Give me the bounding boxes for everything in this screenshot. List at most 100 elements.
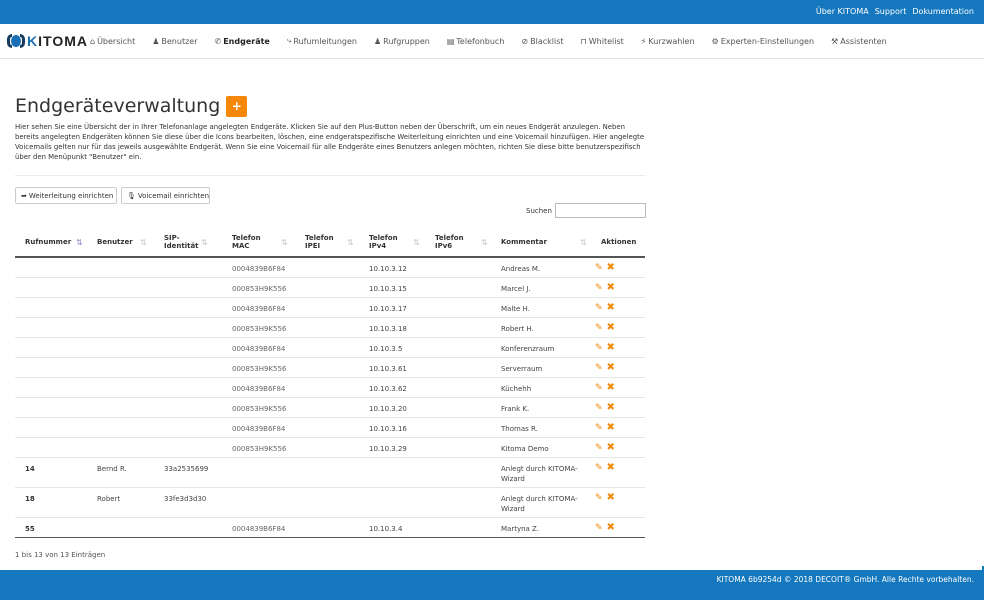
edit-pencil-icon[interactable]: ✎ <box>595 283 603 293</box>
cell-ipv4: 10.10.3.5 <box>369 345 403 353</box>
edit-pencil-icon[interactable]: ✎ <box>595 403 603 413</box>
nav-item-label: Rufgruppen <box>383 36 430 46</box>
delete-x-icon[interactable]: ✖ <box>607 523 615 533</box>
column-header-sublabel: MAC <box>232 242 250 250</box>
ban-icon: ⊘ <box>521 36 529 46</box>
edit-pencil-icon[interactable]: ✎ <box>595 323 603 333</box>
sort-icon[interactable]: ⇅ <box>281 238 288 247</box>
edit-pencil-icon[interactable]: ✎ <box>595 363 603 373</box>
table-row: 000853H9K556 10.10.3.29 Kitoma Demo ✎ ✖ <box>15 438 645 458</box>
column-header-label: Telefon <box>435 234 464 242</box>
cell-mac: 000853H9K556 <box>232 405 287 413</box>
delete-x-icon[interactable]: ✖ <box>607 263 615 273</box>
delete-x-icon[interactable]: ✖ <box>607 303 615 313</box>
column-header-6[interactable]: Telefon IPv6 <box>435 228 464 256</box>
cell-kommentar: Frank K. <box>501 405 530 413</box>
nav-item-label: Blacklist <box>530 36 564 46</box>
sort-icon[interactable]: ⇅ <box>140 238 147 247</box>
cell-kommentar: Andreas M. <box>501 265 541 273</box>
delete-x-icon[interactable]: ✖ <box>607 283 615 293</box>
cell-ipv4: 10.10.3.61 <box>369 365 407 373</box>
row-actions: ✎ ✖ <box>595 443 615 454</box>
column-header-7[interactable]: Kommentar <box>501 228 547 256</box>
nav-item-7[interactable]: ⊓ Whitelist <box>581 36 624 46</box>
edit-pencil-icon[interactable]: ✎ <box>595 443 603 453</box>
edit-pencil-icon[interactable]: ✎ <box>595 383 603 393</box>
column-header-4[interactable]: Telefon IPEI <box>305 228 334 256</box>
sort-icon[interactable]: ⇅ <box>481 238 488 247</box>
edit-pencil-icon[interactable]: ✎ <box>595 263 603 273</box>
cell-ipv4: 10.10.3.4 <box>369 525 403 533</box>
nav-item-label: Experten-Einstellungen <box>720 36 815 46</box>
edit-pencil-icon[interactable]: ✎ <box>595 423 603 433</box>
delete-x-icon[interactable]: ✖ <box>607 403 615 413</box>
column-header-label: Telefon <box>232 234 261 242</box>
nav-item-10[interactable]: ⚒ Assistenten <box>831 36 887 46</box>
search-label: Suchen <box>526 207 552 215</box>
sort-icon[interactable]: ⇅ <box>413 238 420 247</box>
column-header-1[interactable]: Benutzer <box>97 228 133 256</box>
sort-icon[interactable]: ⇅ <box>201 238 208 247</box>
link-documentation[interactable]: Dokumentation <box>912 7 974 16</box>
nav-item-5[interactable]: ▤ Telefonbuch <box>447 36 505 46</box>
column-header-2[interactable]: SIP- Identität <box>164 228 199 256</box>
cell-kommentar: Konferenzraum <box>501 345 555 353</box>
sort-icon[interactable]: ⇅ <box>347 238 354 247</box>
nav-item-4[interactable]: ♟ Rufgruppen <box>374 36 430 46</box>
delete-x-icon[interactable]: ✖ <box>607 463 615 473</box>
delete-x-icon[interactable]: ✖ <box>607 383 615 393</box>
add-device-button[interactable]: + <box>226 95 248 117</box>
link-about[interactable]: Über KITOMA <box>816 7 869 16</box>
user-icon: ♟ <box>152 36 160 46</box>
edit-pencil-icon[interactable]: ✎ <box>595 493 603 503</box>
search-input[interactable] <box>555 203 646 218</box>
nav-item-label: Telefonbuch <box>456 36 505 46</box>
column-header-3[interactable]: Telefon MAC <box>232 228 261 256</box>
edit-pencil-icon[interactable]: ✎ <box>595 343 603 353</box>
sort-asc-icon[interactable]: ⇅ <box>76 238 83 247</box>
delete-x-icon[interactable]: ✖ <box>607 493 615 503</box>
setup-voicemail-button[interactable]: 🎙︎ Voicemail einrichten <box>121 187 210 204</box>
sort-icon[interactable]: ⇅ <box>580 238 587 247</box>
delete-x-icon[interactable]: ✖ <box>607 343 615 353</box>
cell-kommentar: Malte H. <box>501 305 530 313</box>
edit-pencil-icon[interactable]: ✎ <box>595 523 603 533</box>
nav-item-0[interactable]: ⌂ Übersicht <box>90 36 135 46</box>
table-row: 0004839B6F84 10.10.3.17 Malte H. ✎ ✖ <box>15 298 645 318</box>
nav-item-9[interactable]: ⚙ Experten-Einstellungen <box>712 36 815 46</box>
cell-kommentar: Anlegt durch KITOMA-Wizard <box>501 495 578 513</box>
cell-ipv4: 10.10.3.12 <box>369 265 407 273</box>
nav-item-6[interactable]: ⊘ Blacklist <box>521 36 563 46</box>
edit-pencil-icon[interactable]: ✎ <box>595 303 603 313</box>
page-heading: Endgeräteverwaltung + <box>15 95 248 117</box>
cell-rufnummer: 14 <box>25 465 35 473</box>
delete-x-icon[interactable]: ✖ <box>607 443 615 453</box>
row-actions: ✎ ✖ <box>595 423 615 434</box>
delete-x-icon[interactable]: ✖ <box>607 423 615 433</box>
cell-ipv4: 10.10.3.62 <box>369 385 407 393</box>
table-row: 000853H9K556 10.10.3.61 Serverraum ✎ ✖ <box>15 358 645 378</box>
column-header-0[interactable]: Rufnummer <box>25 228 71 256</box>
delete-x-icon[interactable]: ✖ <box>607 323 615 333</box>
table-header: Rufnummer ⇅ Benutzer ⇅ SIP- Identität ⇅ Telefon… <box>15 228 645 258</box>
cell-kommentar: Martyna Z. <box>501 525 540 533</box>
nav-item-label: Benutzer <box>161 36 198 46</box>
column-header-5[interactable]: Telefon IPv4 <box>369 228 398 256</box>
nav-item-1[interactable]: ♟ Benutzer <box>152 36 197 46</box>
unlock-icon: ⊓ <box>580 36 587 46</box>
microphone-icon: 🎙︎ <box>127 191 136 200</box>
nav-item-3[interactable]: ⤷ Rufumleitungen <box>287 36 357 46</box>
nav-item-8[interactable]: ⚡ Kurzwahlen <box>641 36 695 46</box>
cell-ipv4: 10.10.3.17 <box>369 305 407 313</box>
table-row: 18 Robert 33fe3d3d30 Anlegt durch KITOMA-Wi… <box>15 488 645 518</box>
delete-x-icon[interactable]: ✖ <box>607 363 615 373</box>
kitoma-logo[interactable]: KITOMA <box>7 33 88 49</box>
nav-item-2[interactable]: ✆ Endgeräte <box>215 36 270 46</box>
bolt-icon: ⚡ <box>640 36 647 46</box>
link-support[interactable]: Support <box>875 7 907 16</box>
cell-mac: 000853H9K556 <box>232 285 287 293</box>
edit-pencil-icon[interactable]: ✎ <box>595 463 603 473</box>
table-row: 000853H9K556 10.10.3.20 Frank K. ✎ ✖ <box>15 398 645 418</box>
page-description: Hier sehen Sie eine Übersicht der in Ihr… <box>15 123 645 161</box>
setup-forwarding-button[interactable]: ➦ Weiterleitung einrichten <box>15 187 117 204</box>
